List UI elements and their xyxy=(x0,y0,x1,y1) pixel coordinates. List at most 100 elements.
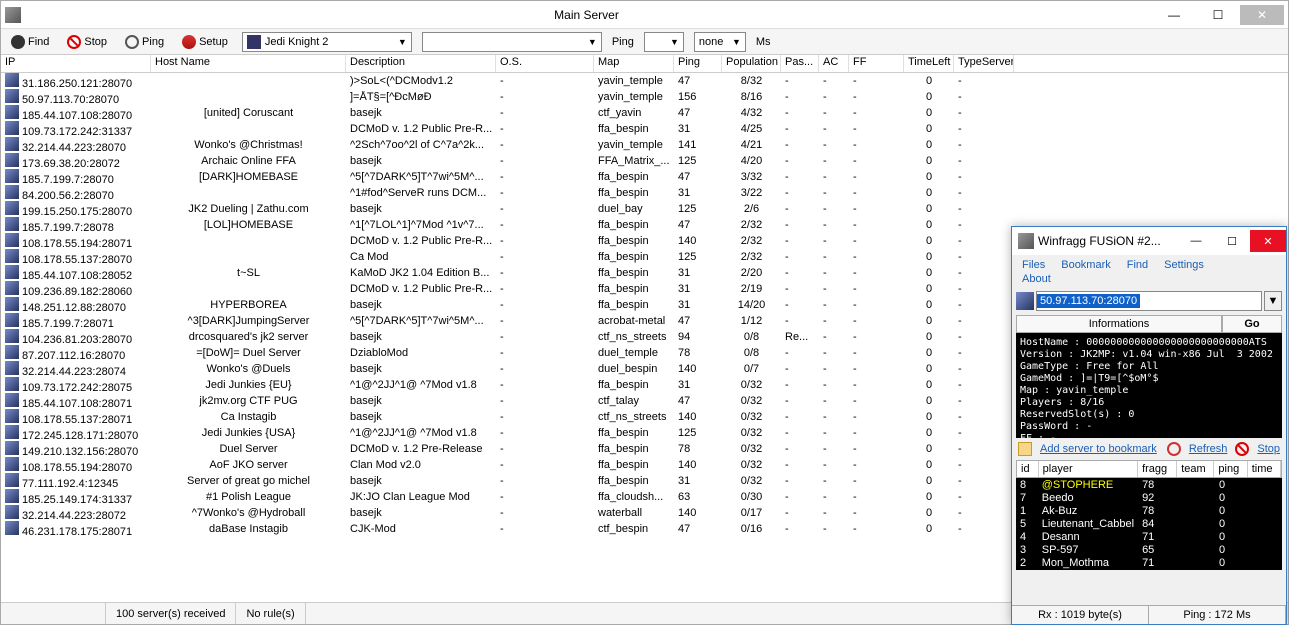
player-table-header: id player fragg team ping time xyxy=(1016,460,1282,478)
server-icon xyxy=(5,473,19,487)
find-button[interactable]: Find xyxy=(7,34,53,50)
server-icon xyxy=(5,489,19,503)
server-icon xyxy=(5,425,19,439)
ms-label: Ms xyxy=(756,36,771,48)
status-rules: No rule(s) xyxy=(236,603,305,624)
server-icon xyxy=(5,169,19,183)
col-pas[interactable]: Pas... xyxy=(781,55,819,72)
popup-status-bar: Rx : 1019 byte(s) Ping : 172 Ms xyxy=(1012,605,1286,624)
server-icon xyxy=(5,377,19,391)
server-icon xyxy=(5,121,19,135)
server-icon xyxy=(5,153,19,167)
table-row[interactable]: 31.186.250.121:28070)>SoL<(^DCModv1.2-ya… xyxy=(1,73,1288,89)
stop-icon xyxy=(1235,442,1249,456)
table-row[interactable]: 185.7.199.7:28070[DARK]HOMEBASE^5[^7DARK… xyxy=(1,169,1288,185)
menu-bookmark[interactable]: Bookmark xyxy=(1061,259,1111,271)
player-row[interactable]: 3SP-597650 xyxy=(1016,543,1282,556)
col-os[interactable]: O.S. xyxy=(496,55,594,72)
col-time[interactable]: TimeLeft xyxy=(904,55,954,72)
popup-title: Winfragg FUSiON #2... xyxy=(1038,234,1178,248)
menu-about[interactable]: About xyxy=(1022,273,1051,285)
binoculars-icon xyxy=(11,35,25,49)
app-icon xyxy=(1018,233,1034,249)
close-button[interactable] xyxy=(1240,5,1284,25)
chevron-down-icon[interactable]: ▼ xyxy=(1264,291,1282,311)
table-row[interactable]: 173.69.38.20:28072Archaic Online FFAbase… xyxy=(1,153,1288,169)
chevron-down-icon: ▼ xyxy=(398,37,407,47)
game-icon xyxy=(247,35,261,49)
ping-button[interactable]: Ping xyxy=(121,34,168,50)
col-ip[interactable]: IP xyxy=(1,55,151,72)
player-table-body: 8@STOPHERE7807Beedo9201Ak-Buz7805Lieuten… xyxy=(1016,478,1282,570)
table-row[interactable]: 109.73.172.242:31337DCMoD v. 1.2 Public … xyxy=(1,121,1288,137)
player-row[interactable]: 7Beedo920 xyxy=(1016,491,1282,504)
ping-val-select[interactable]: none▼ xyxy=(694,32,746,52)
col-type[interactable]: TypeServer xyxy=(954,55,1014,72)
server-icon xyxy=(5,457,19,471)
col-host[interactable]: Host Name xyxy=(151,55,346,72)
server-icon xyxy=(5,281,19,295)
server-icon xyxy=(5,185,19,199)
server-icon xyxy=(5,345,19,359)
table-row[interactable]: 199.15.250.175:28070JK2 Dueling | Zathu.… xyxy=(1,201,1288,217)
menu-files[interactable]: Files xyxy=(1022,259,1045,271)
refresh-link[interactable]: Refresh xyxy=(1189,443,1228,455)
player-row[interactable]: 5Lieutenant_Cabbel840 xyxy=(1016,517,1282,530)
maximize-button[interactable] xyxy=(1196,5,1240,25)
ping-op-select[interactable]: ▼ xyxy=(644,32,684,52)
minimize-button[interactable] xyxy=(1152,5,1196,25)
table-row[interactable]: 32.214.44.223:28070Wonko's @Christmas!^2… xyxy=(1,137,1288,153)
stop-button[interactable]: Stop xyxy=(63,34,111,50)
col-map[interactable]: Map xyxy=(594,55,674,72)
ping-status: Ping : 172 Ms xyxy=(1149,606,1286,624)
tab-informations[interactable]: Informations xyxy=(1016,315,1222,333)
setup-button[interactable]: Setup xyxy=(178,34,232,50)
col-ac[interactable]: AC xyxy=(819,55,849,72)
player-row[interactable]: 8@STOPHERE780 xyxy=(1016,478,1282,491)
player-row[interactable]: 1Ree-Yees710 xyxy=(1016,569,1282,570)
player-row[interactable]: 2Mon_Mothma710 xyxy=(1016,556,1282,569)
server-icon xyxy=(5,89,19,103)
col-ping[interactable]: Ping xyxy=(674,55,722,72)
table-row[interactable]: 84.200.56.2:28070^1#fod^ServeR runs DCM.… xyxy=(1,185,1288,201)
go-button[interactable]: Go xyxy=(1222,315,1282,333)
col-ff[interactable]: FF xyxy=(849,55,904,72)
stop-link[interactable]: Stop xyxy=(1257,443,1280,455)
filter-select[interactable]: ▼ xyxy=(422,32,602,52)
col-desc[interactable]: Description xyxy=(346,55,496,72)
game-select[interactable]: Jedi Knight 2▼ xyxy=(242,32,412,52)
ip-input[interactable]: 50.97.113.70:28070 xyxy=(1036,291,1262,311)
bookmark-icon xyxy=(1018,442,1032,456)
chevron-down-icon: ▼ xyxy=(732,37,741,47)
server-icon xyxy=(5,249,19,263)
player-row[interactable]: 1Ak-Buz780 xyxy=(1016,504,1282,517)
refresh-icon xyxy=(1167,442,1181,456)
server-icon xyxy=(5,217,19,231)
server-icon xyxy=(5,105,19,119)
window-title: Main Server xyxy=(21,8,1152,22)
popup-maximize-button[interactable]: ☐ xyxy=(1214,230,1250,252)
server-icon xyxy=(5,521,19,535)
server-icon xyxy=(5,361,19,375)
server-icon xyxy=(5,329,19,343)
server-icon xyxy=(5,73,19,87)
table-row[interactable]: 185.44.107.108:28070[united] Coruscantba… xyxy=(1,105,1288,121)
server-info-console: HostName : 000000000000000000000000000AT… xyxy=(1016,333,1282,438)
table-row[interactable]: 50.97.113.70:28070]=ÅT§=[^ÐcMøÐ-yavin_te… xyxy=(1,89,1288,105)
add-bookmark-link[interactable]: Add server to bookmark xyxy=(1040,443,1157,455)
menu-find[interactable]: Find xyxy=(1127,259,1148,271)
server-icon xyxy=(5,137,19,151)
col-pop[interactable]: Population xyxy=(722,55,781,72)
player-row[interactable]: 4Desann710 xyxy=(1016,530,1282,543)
chevron-down-icon: ▼ xyxy=(670,37,679,47)
popup-close-button[interactable]: ✕ xyxy=(1250,230,1286,252)
server-icon xyxy=(5,313,19,327)
popup-menu: Files Bookmark Find Settings xyxy=(1012,255,1286,271)
popup-minimize-button[interactable]: — xyxy=(1178,230,1214,252)
server-icon xyxy=(5,409,19,423)
server-icon xyxy=(5,441,19,455)
clock-icon xyxy=(125,35,139,49)
server-icon xyxy=(1016,292,1034,310)
menu-settings[interactable]: Settings xyxy=(1164,259,1204,271)
app-icon xyxy=(5,7,21,23)
